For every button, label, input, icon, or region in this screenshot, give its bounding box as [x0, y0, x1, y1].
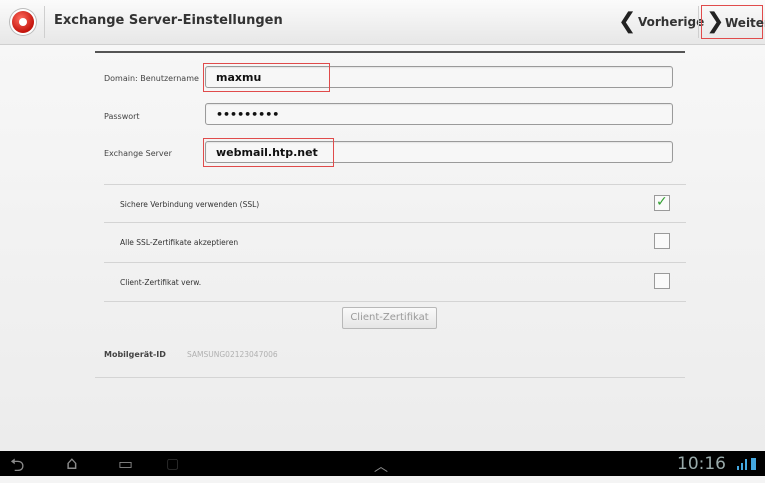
- next-button[interactable]: ❯ Weiter: [701, 5, 765, 39]
- page-title: Exchange Server-Einstellungen: [54, 13, 283, 28]
- exchange-app-icon: [12, 11, 34, 33]
- accept-all-certs-row[interactable]: Alle SSL-Zertifikate akzeptieren: [104, 222, 686, 261]
- highlight-box: [203, 138, 334, 167]
- chevron-left-icon: ❮: [618, 9, 637, 34]
- password-input[interactable]: •••••••••: [205, 103, 673, 125]
- ssl-option-row[interactable]: Sichere Verbindung verwenden (SSL) ✓: [104, 184, 686, 223]
- action-bar: Exchange Server-Einstellungen ❮ Vorherig…: [0, 0, 765, 45]
- wifi-signal-icon: [737, 459, 747, 470]
- ssl-checkbox[interactable]: ✓: [654, 194, 670, 211]
- divider: [104, 301, 686, 303]
- exchange-server-label: Exchange Server: [104, 149, 172, 158]
- divider: [95, 51, 685, 53]
- client-cert-option-row[interactable]: Client-Zertifikat verw.: [104, 262, 686, 301]
- divider: [698, 6, 699, 38]
- divider: [95, 377, 685, 378]
- battery-icon: [751, 458, 756, 470]
- highlight-box: [203, 63, 330, 92]
- client-cert-option-label: Client-Zertifikat verw.: [120, 278, 202, 287]
- client-certificate-button[interactable]: Client-Zertifikat: [342, 307, 437, 329]
- chevron-right-icon: ❯: [706, 9, 725, 34]
- device-id-value: SAMSUNG02123047006: [187, 350, 278, 359]
- accept-all-certs-label: Alle SSL-Zertifikate akzeptieren: [120, 238, 239, 247]
- checkmark-icon: ✓: [656, 194, 668, 210]
- previous-label: Vorherige: [638, 15, 705, 29]
- home-icon[interactable]: ⌂: [66, 453, 77, 474]
- recent-apps-icon[interactable]: ▭: [118, 454, 133, 473]
- divider: [44, 6, 45, 38]
- clock: 10:16: [677, 454, 726, 474]
- client-cert-checkbox[interactable]: [654, 273, 670, 289]
- screen: Exchange Server-Einstellungen ❮ Vorherig…: [0, 0, 765, 476]
- screenshot-icon[interactable]: ▢: [166, 456, 179, 472]
- accept-all-certs-checkbox[interactable]: [654, 233, 670, 249]
- back-icon[interactable]: ⮌: [10, 453, 24, 483]
- password-label: Passwort: [104, 112, 140, 121]
- domain-username-label: Domain: Benutzername: [104, 74, 199, 83]
- password-value: •••••••••: [216, 108, 280, 121]
- system-bar: ⮌ ⌂ ▭ ▢ ︿ 10:16: [0, 451, 765, 476]
- device-id-label: Mobilgerät-ID: [104, 350, 166, 359]
- next-label: Weiter: [725, 16, 765, 30]
- previous-button[interactable]: ❮ Vorherige: [614, 0, 704, 44]
- ssl-option-label: Sichere Verbindung verwenden (SSL): [120, 200, 260, 209]
- settings-content: Domain: Benutzername maxmu Passwort ••••…: [0, 45, 765, 451]
- chevron-up-icon[interactable]: ︿: [374, 456, 388, 476]
